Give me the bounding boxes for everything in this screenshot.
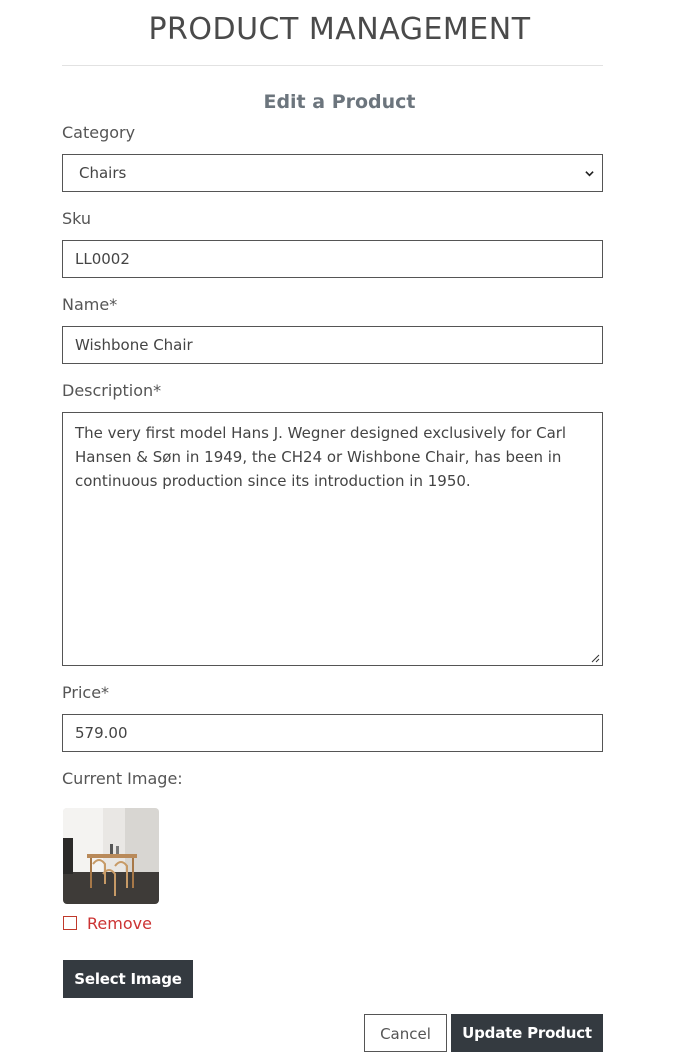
remove-image-label[interactable]: Remove <box>87 913 152 935</box>
select-image-button[interactable]: Select Image <box>63 960 193 998</box>
current-image-label: Current Image: <box>62 769 183 788</box>
remove-image-checkbox[interactable] <box>63 916 77 930</box>
wishbone-chair-photo <box>63 808 159 904</box>
name-input[interactable]: Wishbone Chair <box>62 326 603 364</box>
category-selected-value: Chairs <box>79 164 127 182</box>
description-textarea[interactable]: The very first model Hans J. Wegner desi… <box>62 412 603 666</box>
form-title: Edit a Product <box>263 91 416 113</box>
description-text: The very first model Hans J. Wegner desi… <box>75 424 567 490</box>
product-thumbnail <box>63 808 159 904</box>
page-title: PRODUCT MANAGEMENT <box>148 12 531 47</box>
chevron-down-icon <box>585 171 594 177</box>
cancel-button[interactable]: Cancel <box>364 1014 447 1052</box>
name-label: Name* <box>62 295 118 314</box>
category-label: Category <box>62 123 136 142</box>
price-input[interactable]: 579.00 <box>62 714 603 752</box>
update-product-button[interactable]: Update Product <box>451 1014 603 1052</box>
price-label: Price* <box>62 683 110 702</box>
category-select[interactable]: Chairs <box>62 154 603 192</box>
product-edit-page: PRODUCT MANAGEMENT Edit a Product Catego… <box>0 0 679 1058</box>
sku-input[interactable]: LL0002 <box>62 240 603 278</box>
title-divider <box>62 65 603 66</box>
description-label: Description* <box>62 381 162 400</box>
sku-label: Sku <box>62 209 92 228</box>
resize-handle-icon[interactable] <box>590 653 600 663</box>
